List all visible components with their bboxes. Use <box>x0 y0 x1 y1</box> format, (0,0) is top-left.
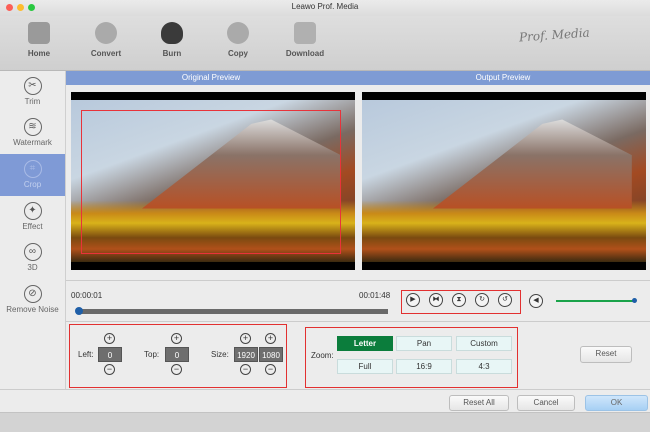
watermark-icon: ≋ <box>23 118 42 136</box>
crop-rectangle[interactable] <box>81 110 341 254</box>
sidebar-item-trim[interactable]: ✂ Trim <box>0 71 65 113</box>
sidebar-item-remove-noise[interactable]: ⊘ Remove Noise <box>0 279 65 321</box>
toolbar-label: Burn <box>162 49 182 58</box>
volume-icon[interactable]: ◀ <box>529 294 543 308</box>
sidebar-item-label: Trim <box>24 97 41 106</box>
scissors-icon: ✂ <box>23 77 42 95</box>
crop-icon: ⌗ <box>23 160 42 178</box>
sidebar-item-label: Crop <box>23 180 42 189</box>
status-bar <box>0 412 650 432</box>
remove-noise-icon: ⊘ <box>23 285 42 303</box>
copy-icon <box>227 22 249 44</box>
progress-track[interactable] <box>78 309 388 314</box>
sidebar-item-label: Effect <box>22 222 43 231</box>
logo: Prof. Media <box>518 25 591 45</box>
toolbar-burn-button[interactable]: Burn <box>142 22 202 58</box>
divider <box>0 389 650 390</box>
reset-button[interactable]: Reset <box>580 346 632 363</box>
size-label: Size: <box>211 350 229 359</box>
play-button[interactable]: ▶ <box>406 293 420 307</box>
sidebar-item-crop[interactable]: ⌗ Crop <box>0 154 65 196</box>
toolbar-label: Convert <box>90 49 122 58</box>
toolbar-label: Copy <box>228 49 248 58</box>
title-bar: Leawo Prof. Media <box>0 0 650 16</box>
top-label: Top: <box>144 350 160 359</box>
volume-slider[interactable] <box>556 300 634 302</box>
effect-icon: ✦ <box>23 202 42 220</box>
toolbar-label: Download <box>285 49 325 58</box>
top-input[interactable]: 0 <box>165 347 189 362</box>
download-icon <box>294 22 316 44</box>
progress-handle[interactable] <box>75 307 83 315</box>
width-decrease-button[interactable]: − <box>240 364 251 375</box>
zoom-4-3-button[interactable]: 4:3 <box>456 359 512 374</box>
preview-header: Original Preview Output Preview <box>66 71 650 85</box>
left-input[interactable]: 0 <box>98 347 122 362</box>
convert-icon <box>95 22 117 44</box>
current-time: 00:00:01 <box>71 291 103 300</box>
rotate-clockwise-button[interactable]: ↻ <box>475 293 489 307</box>
zoom-custom-button[interactable]: Custom <box>456 336 512 351</box>
volume-handle[interactable] <box>632 298 637 303</box>
original-preview-label: Original Preview <box>181 73 241 82</box>
width-input[interactable]: 1920 <box>234 347 258 362</box>
zoom-label: Zoom: <box>311 351 334 360</box>
zoom-full-button[interactable]: Full <box>337 359 393 374</box>
total-time: 00:01:48 <box>359 291 391 300</box>
left-label: Left: <box>78 350 94 359</box>
preview-image <box>362 100 646 262</box>
top-decrease-button[interactable]: − <box>171 364 182 375</box>
toolbar-convert-button[interactable]: Convert <box>76 22 136 58</box>
ok-button[interactable]: OK <box>585 395 648 411</box>
zoom-letter-button[interactable]: Letter <box>337 336 393 351</box>
left-increase-button[interactable]: + <box>104 333 115 344</box>
zoom-pan-button[interactable]: Pan <box>396 336 452 351</box>
height-decrease-button[interactable]: − <box>265 364 276 375</box>
maximize-window-button[interactable] <box>28 4 35 11</box>
height-increase-button[interactable]: + <box>265 333 276 344</box>
sidebar-item-label: 3D <box>27 263 38 272</box>
sidebar-item-watermark[interactable]: ≋ Watermark <box>0 112 65 154</box>
output-preview <box>362 92 646 270</box>
flip-vertical-button[interactable]: ⧗ <box>452 293 466 307</box>
top-increase-button[interactable]: + <box>171 333 182 344</box>
reset-all-button[interactable]: Reset All <box>449 395 509 411</box>
cancel-button[interactable]: Cancel <box>517 395 575 411</box>
toolbar-label: Home <box>27 49 51 58</box>
sidebar-item-label: Remove Noise <box>6 305 59 314</box>
burn-icon <box>161 22 183 44</box>
rotate-counterclockwise-button[interactable]: ↺ <box>498 293 512 307</box>
toolbar-download-button[interactable]: Download <box>275 22 335 58</box>
left-decrease-button[interactable]: − <box>104 364 115 375</box>
home-icon <box>28 22 50 44</box>
sidebar-item-effect[interactable]: ✦ Effect <box>0 196 65 238</box>
output-preview-label: Output Preview <box>475 73 531 82</box>
window-title: Leawo Prof. Media <box>291 2 359 11</box>
timeline: 00:00:01 00:01:48 ▶ ⧓ ⧗ ↻ ↺ ◀ <box>66 280 650 322</box>
zoom-16-9-button[interactable]: 16:9 <box>396 359 452 374</box>
height-input[interactable]: 1080 <box>259 347 283 362</box>
toolbar: Home Convert Burn Copy Download Prof. Me… <box>0 16 650 71</box>
flip-horizontal-button[interactable]: ⧓ <box>429 293 443 307</box>
close-window-button[interactable] <box>6 4 13 11</box>
sidebar: ✂ Trim ≋ Watermark ⌗ Crop ✦ Effect ∞ 3D ⊘ Remo… <box>0 71 66 389</box>
3d-glasses-icon: ∞ <box>23 243 42 261</box>
width-increase-button[interactable]: + <box>240 333 251 344</box>
sidebar-item-3d[interactable]: ∞ 3D <box>0 237 65 279</box>
sidebar-item-label: Watermark <box>13 138 52 147</box>
minimize-window-button[interactable] <box>17 4 24 11</box>
original-preview <box>71 92 355 270</box>
toolbar-home-button[interactable]: Home <box>9 22 69 58</box>
toolbar-copy-button[interactable]: Copy <box>208 22 268 58</box>
